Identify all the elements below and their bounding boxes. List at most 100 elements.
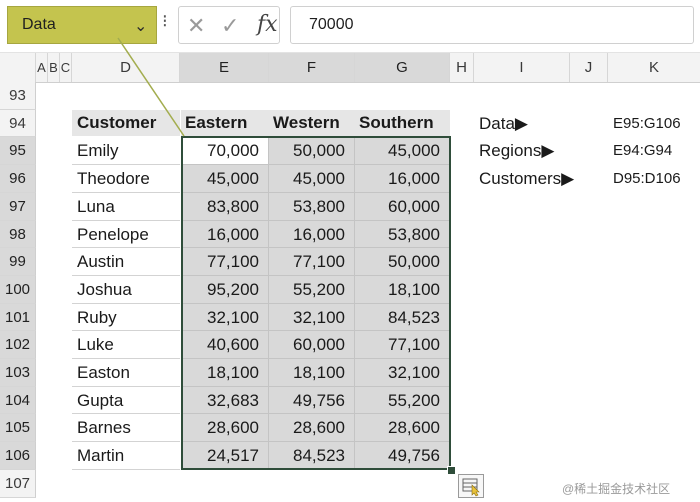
southern-cell[interactable]: 18,100 [355, 276, 450, 304]
formula-input[interactable]: 70000 [290, 6, 694, 44]
column-header-d[interactable]: D [72, 53, 180, 82]
column-header-b[interactable]: B [48, 53, 60, 82]
row-header[interactable]: 95 [0, 137, 36, 165]
insert-function-icon[interactable]: fx [257, 12, 278, 37]
western-cell[interactable]: 28,600 [269, 414, 355, 442]
row-header[interactable]: 102 [0, 331, 36, 359]
column-header-f[interactable]: F [269, 53, 355, 82]
western-cell[interactable]: 77,100 [269, 248, 355, 276]
row-header[interactable]: 100 [0, 276, 36, 304]
named-range-label[interactable]: Data▶ [479, 110, 528, 137]
customer-cell[interactable]: Ruby [72, 304, 180, 331]
cancel-icon[interactable]: ✕ [187, 13, 205, 39]
column-headers: A B C D E F G H I J K [0, 53, 700, 83]
southern-cell[interactable]: 50,000 [355, 248, 450, 276]
formula-buttons: ✕ ✓ fx [178, 6, 280, 44]
row-header[interactable]: 104 [0, 387, 36, 414]
eastern-cell[interactable]: 32,683 [181, 387, 269, 414]
name-box-value: Data [22, 16, 56, 33]
customer-cell[interactable]: Austin [72, 248, 180, 276]
customer-cell[interactable]: Gupta [72, 387, 180, 414]
row-header[interactable]: 106 [0, 442, 36, 470]
select-all-corner[interactable] [0, 53, 36, 82]
formula-bar-area: Data ⌄ ⁝ ✕ ✓ fx 70000 [0, 0, 700, 53]
row-header[interactable]: 107 [0, 470, 36, 498]
southern-cell[interactable]: 16,000 [355, 165, 450, 193]
column-header-g[interactable]: G [355, 53, 450, 82]
more-options-icon[interactable]: ⁝ [162, 12, 168, 30]
western-cell[interactable]: 50,000 [269, 137, 355, 165]
row-header[interactable]: 101 [0, 304, 36, 331]
named-range-label[interactable]: Customers▶ [479, 165, 574, 193]
row-header[interactable]: 98 [0, 221, 36, 248]
row-header[interactable]: 96 [0, 165, 36, 193]
western-cell[interactable]: 53,800 [269, 193, 355, 221]
eastern-cell[interactable]: 32,100 [181, 304, 269, 331]
row-header[interactable]: 105 [0, 414, 36, 442]
column-header-e[interactable]: E [180, 53, 269, 82]
column-header-c[interactable]: C [60, 53, 72, 82]
column-header-a[interactable]: A [36, 53, 48, 82]
eastern-cell[interactable]: 16,000 [181, 221, 269, 248]
formula-value: 70000 [309, 16, 354, 33]
southern-cell[interactable]: 49,756 [355, 442, 450, 470]
row-header[interactable]: 93 [0, 82, 36, 110]
customer-cell[interactable]: Emily [72, 137, 180, 165]
header-customer[interactable]: Customer [72, 110, 180, 136]
western-cell[interactable]: 49,756 [269, 387, 355, 414]
eastern-cell[interactable]: 40,600 [181, 331, 269, 359]
western-cell[interactable]: 60,000 [269, 331, 355, 359]
eastern-cell[interactable]: 18,100 [181, 359, 269, 387]
enter-icon[interactable]: ✓ [221, 13, 239, 39]
customer-cell[interactable]: Luke [72, 331, 180, 359]
column-header-k[interactable]: K [608, 53, 700, 82]
western-cell[interactable]: 45,000 [269, 165, 355, 193]
name-box[interactable]: Data ⌄ [7, 6, 157, 44]
southern-cell[interactable]: 28,600 [355, 414, 450, 442]
header-southern[interactable]: Southern [355, 110, 450, 136]
western-cell[interactable]: 18,100 [269, 359, 355, 387]
eastern-cell[interactable]: 45,000 [181, 165, 269, 193]
eastern-cell[interactable]: 70,000 [181, 137, 269, 165]
row-header[interactable]: 94 [0, 110, 36, 137]
customer-cell[interactable]: Penelope [72, 221, 180, 248]
row-header[interactable]: 97 [0, 193, 36, 221]
named-range-ref[interactable]: D95:D106 [613, 165, 681, 193]
customer-cell[interactable]: Martin [72, 442, 180, 470]
western-cell[interactable]: 55,200 [269, 276, 355, 304]
southern-cell[interactable]: 77,100 [355, 331, 450, 359]
eastern-cell[interactable]: 24,517 [181, 442, 269, 470]
western-cell[interactable]: 16,000 [269, 221, 355, 248]
southern-cell[interactable]: 84,523 [355, 304, 450, 331]
watermark: @稀土掘金技术社区 [562, 482, 671, 496]
southern-cell[interactable]: 32,100 [355, 359, 450, 387]
row-header[interactable]: 103 [0, 359, 36, 387]
eastern-cell[interactable]: 77,100 [181, 248, 269, 276]
eastern-cell[interactable]: 95,200 [181, 276, 269, 304]
quick-analysis-icon[interactable] [458, 474, 484, 498]
customer-cell[interactable]: Luna [72, 193, 180, 221]
customer-cell[interactable]: Barnes [72, 414, 180, 442]
customer-cell[interactable]: Easton [72, 359, 180, 387]
header-western[interactable]: Western [269, 110, 355, 136]
southern-cell[interactable]: 55,200 [355, 387, 450, 414]
named-range-label[interactable]: Regions▶ [479, 137, 554, 165]
southern-cell[interactable]: 45,000 [355, 137, 450, 165]
southern-cell[interactable]: 53,800 [355, 221, 450, 248]
western-cell[interactable]: 84,523 [269, 442, 355, 470]
western-cell[interactable]: 32,100 [269, 304, 355, 331]
column-header-j[interactable]: J [570, 53, 608, 82]
column-header-h[interactable]: H [450, 53, 474, 82]
named-range-ref[interactable]: E95:G106 [613, 110, 681, 137]
chevron-down-icon[interactable]: ⌄ [134, 16, 147, 36]
named-range-ref[interactable]: E94:G94 [613, 137, 672, 165]
southern-cell[interactable]: 60,000 [355, 193, 450, 221]
eastern-cell[interactable]: 28,600 [181, 414, 269, 442]
column-header-i[interactable]: I [474, 53, 570, 82]
header-eastern[interactable]: Eastern [181, 110, 269, 136]
fill-handle[interactable] [447, 466, 456, 475]
eastern-cell[interactable]: 83,800 [181, 193, 269, 221]
row-header[interactable]: 99 [0, 248, 36, 276]
customer-cell[interactable]: Theodore [72, 165, 180, 193]
customer-cell[interactable]: Joshua [72, 276, 180, 304]
